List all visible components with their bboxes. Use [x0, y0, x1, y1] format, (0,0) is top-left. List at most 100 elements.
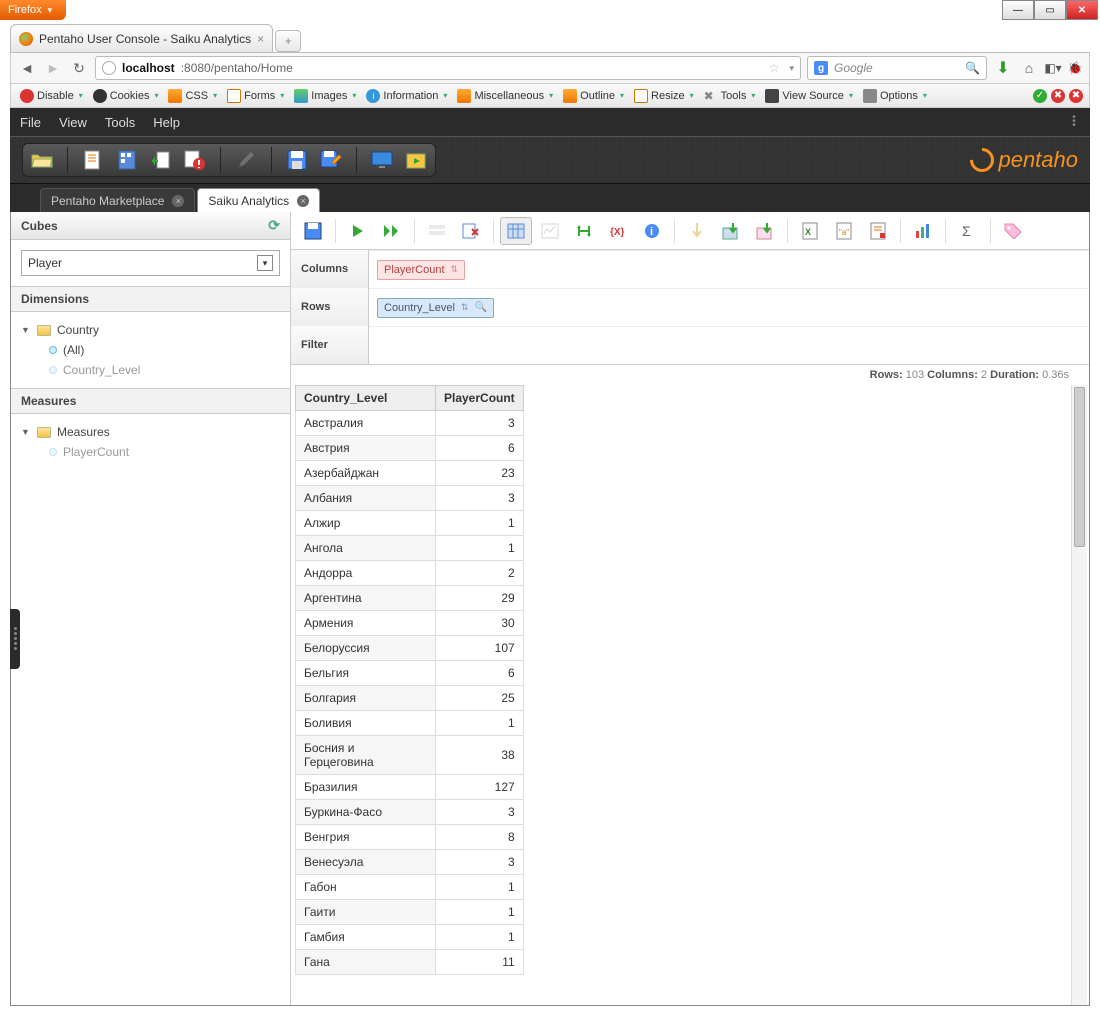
- chart-icon[interactable]: [907, 217, 939, 245]
- table-row[interactable]: Алжир1: [296, 511, 524, 536]
- table-row[interactable]: Гаити1: [296, 900, 524, 925]
- menu-view[interactable]: View: [59, 115, 87, 130]
- table-row[interactable]: Гана11: [296, 950, 524, 975]
- doc-alert-icon[interactable]: [184, 149, 206, 171]
- tag-icon[interactable]: [997, 217, 1029, 245]
- extension-icon[interactable]: ◧▾: [1045, 60, 1061, 76]
- table-row[interactable]: Гамбия1: [296, 925, 524, 950]
- export-pdf-icon[interactable]: [862, 217, 894, 245]
- run-auto-icon[interactable]: [376, 217, 408, 245]
- minimize-button[interactable]: —: [1002, 0, 1034, 20]
- firebug-icon[interactable]: 🐞: [1067, 60, 1083, 76]
- back-button[interactable]: ◄: [17, 58, 37, 78]
- columns-drop-zone[interactable]: PlayerCount ⇅: [369, 250, 1089, 288]
- scrollbar-track[interactable]: [1071, 385, 1087, 1005]
- table-row[interactable]: Андорра2: [296, 561, 524, 586]
- play-folder-icon[interactable]: [405, 149, 427, 171]
- dev-outline[interactable]: Outline: [560, 89, 627, 103]
- close-tab-icon[interactable]: ×: [172, 195, 184, 207]
- chip-playercount[interactable]: PlayerCount ⇅: [377, 260, 465, 280]
- dev-forms[interactable]: Forms: [224, 89, 287, 103]
- export-xls-down2-icon[interactable]: [749, 217, 781, 245]
- search-input[interactable]: g Google 🔍: [807, 56, 987, 80]
- maximize-button[interactable]: ▭: [1034, 0, 1066, 20]
- dev-images[interactable]: Images: [291, 89, 359, 103]
- export-csv-icon[interactable]: "a": [828, 217, 860, 245]
- save-floppy-icon[interactable]: [286, 149, 308, 171]
- dev-tools[interactable]: ✖Tools: [701, 89, 759, 103]
- firefox-menu-button[interactable]: Firefox: [0, 0, 66, 20]
- mdx-icon[interactable]: {X}: [602, 217, 634, 245]
- menu-file[interactable]: File: [20, 115, 41, 130]
- table-row[interactable]: Босния и Герцеговина38: [296, 736, 524, 775]
- dev-options[interactable]: Options: [860, 89, 930, 103]
- spark-mode-icon[interactable]: [534, 217, 566, 245]
- about-icon[interactable]: i: [636, 217, 668, 245]
- dropdown-icon[interactable]: ▾: [789, 63, 794, 74]
- drill-down-icon[interactable]: [681, 217, 713, 245]
- table-row[interactable]: Болгария25: [296, 686, 524, 711]
- tree-node-country[interactable]: ▼ Country: [21, 320, 280, 340]
- tree-node-measures[interactable]: ▼ Measures: [21, 422, 280, 442]
- table-row[interactable]: Бельгия6: [296, 661, 524, 686]
- table-row[interactable]: Азербайджан23: [296, 461, 524, 486]
- new-doc-icon[interactable]: [82, 149, 104, 171]
- refresh-icon[interactable]: ⟳: [268, 217, 280, 234]
- close-window-button[interactable]: ✕: [1066, 0, 1098, 20]
- scrollbar-thumb[interactable]: [1074, 387, 1085, 547]
- table-row[interactable]: Бразилия127: [296, 775, 524, 800]
- pencil-icon[interactable]: [235, 149, 257, 171]
- dev-info[interactable]: iInformation: [363, 89, 450, 103]
- table-mode-icon[interactable]: [500, 217, 532, 245]
- sort-icon[interactable]: ⇅: [451, 264, 459, 275]
- tree-node-all[interactable]: (All): [21, 340, 280, 360]
- menu-help[interactable]: Help: [153, 115, 180, 130]
- forward-button[interactable]: ►: [43, 58, 63, 78]
- save-query-icon[interactable]: [297, 217, 329, 245]
- datasource-icon[interactable]: [116, 149, 138, 171]
- cube-select[interactable]: Player ▾: [21, 250, 280, 276]
- rows-drop-zone[interactable]: Country_Level ⇅ 🔍: [369, 288, 1089, 326]
- tab-marketplace[interactable]: Pentaho Marketplace ×: [40, 188, 195, 212]
- bookmark-star-icon[interactable]: ☆: [769, 61, 780, 75]
- monitor-icon[interactable]: [371, 149, 393, 171]
- table-row[interactable]: Албания3: [296, 486, 524, 511]
- export-xls-down-icon[interactable]: [715, 217, 747, 245]
- col-header[interactable]: PlayerCount: [436, 386, 524, 411]
- download-doc-icon[interactable]: [150, 149, 172, 171]
- tree-node-playercount[interactable]: PlayerCount: [21, 442, 280, 462]
- stats-icon[interactable]: Σ: [952, 217, 984, 245]
- filter-drop-zone[interactable]: [369, 326, 1089, 364]
- filter-search-icon[interactable]: 🔍: [474, 302, 486, 313]
- table-row[interactable]: Белоруссия107: [296, 636, 524, 661]
- close-tab-icon[interactable]: ×: [257, 32, 264, 46]
- menu-overflow-icon[interactable]: •••: [1068, 116, 1080, 128]
- swap-axes-icon[interactable]: [568, 217, 600, 245]
- chip-countrylevel[interactable]: Country_Level ⇅ 🔍: [377, 298, 494, 318]
- run-icon[interactable]: [342, 217, 374, 245]
- table-row[interactable]: Габон1: [296, 875, 524, 900]
- collapse-icon[interactable]: ▼: [21, 427, 31, 437]
- dev-disable[interactable]: Disable: [17, 89, 86, 103]
- table-row[interactable]: Австрия6: [296, 436, 524, 461]
- dev-ok-icon[interactable]: ✓: [1033, 89, 1047, 103]
- dev-css[interactable]: CSS: [165, 89, 220, 103]
- hide-parents-icon[interactable]: [421, 217, 453, 245]
- downloads-button[interactable]: ⬇: [993, 58, 1013, 78]
- table-row[interactable]: Венгрия8: [296, 825, 524, 850]
- dev-misc[interactable]: Miscellaneous: [454, 89, 556, 103]
- tree-node-country-level[interactable]: Country_Level: [21, 360, 280, 380]
- close-tab-icon[interactable]: ×: [297, 195, 309, 207]
- dev-viewsource[interactable]: View Source: [762, 89, 856, 103]
- browser-tab-active[interactable]: Pentaho User Console - Saiku Analytics ×: [10, 24, 273, 52]
- table-row[interactable]: Австралия3: [296, 411, 524, 436]
- save-edit-icon[interactable]: [320, 149, 342, 171]
- menu-tools[interactable]: Tools: [105, 115, 135, 130]
- result-scroll[interactable]: Country_Level PlayerCount Австралия3Авст…: [295, 385, 1089, 1005]
- nonempty-icon[interactable]: [455, 217, 487, 245]
- export-excel-icon[interactable]: X: [794, 217, 826, 245]
- url-input[interactable]: localhost:8080/pentaho/Home ☆ ▾: [95, 56, 801, 80]
- left-drawer-handle[interactable]: [10, 609, 20, 669]
- tab-saiku[interactable]: Saiku Analytics ×: [197, 188, 320, 212]
- table-row[interactable]: Аргентина29: [296, 586, 524, 611]
